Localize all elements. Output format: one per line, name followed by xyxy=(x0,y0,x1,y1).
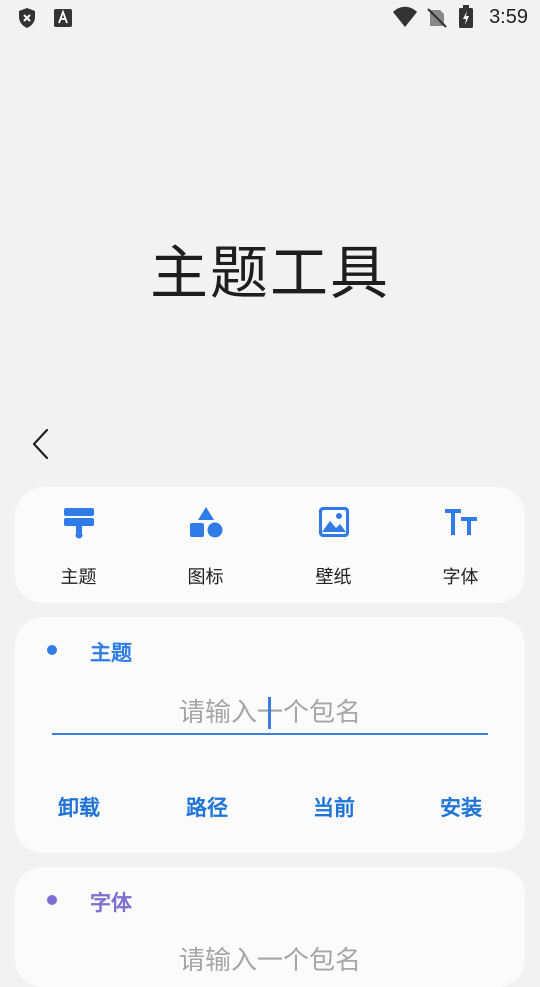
shield-x-icon xyxy=(19,8,35,28)
input-underline xyxy=(52,733,488,735)
uninstall-button[interactable]: 卸载 xyxy=(29,789,129,825)
font-a-icon xyxy=(54,9,72,27)
current-button[interactable]: 当前 xyxy=(284,789,384,825)
nav-item-icons[interactable]: 图标 xyxy=(142,487,269,603)
nav-label: 字体 xyxy=(442,567,479,588)
theme-section-card: 主题 卸载 路径 当前 安装 xyxy=(15,617,525,853)
shapes-icon xyxy=(190,507,223,538)
paint-brush-icon xyxy=(64,508,94,539)
nav-item-wallpaper[interactable]: 壁纸 xyxy=(270,487,397,603)
path-button[interactable]: 路径 xyxy=(157,789,257,825)
font-section-card: 字体 xyxy=(15,867,525,987)
chevron-left-icon xyxy=(32,428,49,460)
text-size-icon xyxy=(445,509,477,535)
no-sim-icon xyxy=(427,8,447,28)
package-name-input[interactable] xyxy=(52,941,488,981)
nav-label: 图标 xyxy=(187,567,224,588)
image-icon xyxy=(319,507,349,537)
section-dot xyxy=(47,895,57,905)
page-title: 主题工具 xyxy=(149,239,390,307)
text-caret xyxy=(268,697,271,729)
battery-charging-icon xyxy=(459,5,473,28)
back-button[interactable] xyxy=(26,425,58,463)
nav-label: 主题 xyxy=(60,567,97,588)
section-title: 主题 xyxy=(90,641,132,665)
category-nav-card: 主题 图标 壁纸 字体 xyxy=(15,487,525,603)
status-bar: 3:59 xyxy=(0,0,540,36)
status-time: 3:59 xyxy=(489,6,528,28)
nav-item-theme[interactable]: 主题 xyxy=(15,487,142,603)
section-dot xyxy=(47,645,57,655)
nav-label: 壁纸 xyxy=(315,567,352,588)
nav-item-font[interactable]: 字体 xyxy=(397,487,524,603)
install-button[interactable]: 安装 xyxy=(411,789,511,825)
wifi-icon xyxy=(393,6,417,27)
section-title: 字体 xyxy=(90,891,132,915)
